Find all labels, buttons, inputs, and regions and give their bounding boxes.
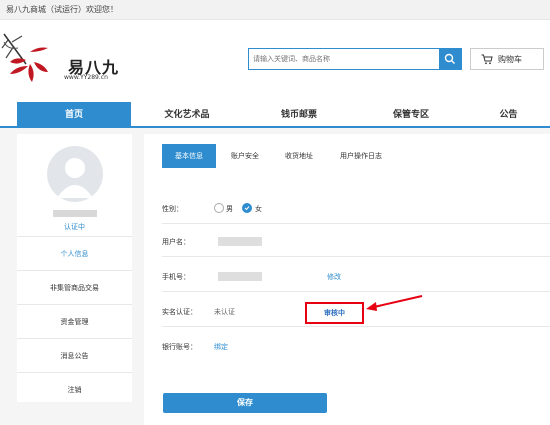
search-input[interactable] (253, 52, 433, 66)
sidebar-item-messages[interactable]: 消息公告 (17, 338, 132, 372)
sidebar-item-personal-info[interactable]: 个人信息 (17, 236, 132, 270)
phone-row: 手机号： 修改 (162, 262, 550, 292)
review-status: 审核中 (324, 309, 345, 317)
gender-label: 性别： (162, 205, 183, 213)
gender-male-radio[interactable] (214, 203, 224, 213)
phone-edit-link[interactable]: 修改 (327, 272, 341, 282)
tab-basic-info[interactable]: 基本信息 (162, 144, 216, 168)
nav-item-announcements[interactable]: 公告 (467, 102, 550, 128)
cart-label: 购物车 (498, 54, 522, 64)
username-value-redacted (218, 237, 262, 246)
main-nav: 首页 文化艺术品 钱币邮票 保管专区 公告 (0, 102, 550, 128)
cart-icon (481, 54, 493, 64)
annotation-arrow-icon (366, 295, 423, 311)
nav-item-home[interactable]: 首页 (17, 102, 131, 128)
user-avatar-icon (57, 158, 93, 198)
bank-bind-link[interactable]: 绑定 (214, 342, 228, 352)
search-box (248, 48, 462, 70)
bamboo-logo-icon (1, 33, 48, 82)
site-logo[interactable]: 易八九 www.YY289.cn (0, 20, 140, 102)
tab-account-security[interactable]: 账户安全 (220, 144, 270, 168)
realname-status: 未认证 (214, 308, 235, 316)
logo-url: www.YY289.cn (64, 74, 108, 81)
phone-value-redacted (218, 272, 262, 281)
header: 易八九 www.YY289.cn 购物车 (0, 20, 550, 102)
bank-label: 银行账号： (162, 343, 197, 351)
tab-operation-log[interactable]: 用户操作日志 (328, 144, 394, 168)
nav-item-art[interactable]: 文化艺术品 (131, 102, 243, 128)
nav-item-coins-stamps[interactable]: 钱币邮票 (243, 102, 355, 128)
cart-button[interactable]: 购物车 (470, 48, 544, 70)
bank-row: 银行账号： 绑定 (162, 332, 550, 362)
gender-male-label: 男 (226, 205, 233, 213)
sidebar-item-logout[interactable]: 注销 (17, 372, 132, 406)
review-status-highlight: 审核中 (305, 302, 364, 324)
sidebar-item-trading[interactable]: 非集管商品交易 (17, 270, 132, 304)
realname-label: 实名认证： (162, 308, 197, 316)
search-icon (444, 53, 455, 64)
profile-panel: 基本信息 账户安全 收货地址 用户操作日志 性别： 男 女 用户名： 手机号： … (144, 134, 550, 425)
user-sidebar: 认证中 个人信息 非集管商品交易 资金管理 消息公告 注销 (17, 134, 132, 402)
gender-female-label: 女 (255, 205, 262, 213)
save-button[interactable]: 保存 (163, 393, 327, 413)
avatar (47, 146, 103, 202)
cert-status: 认证中 (64, 223, 85, 231)
username-row: 用户名： (162, 227, 550, 257)
phone-label: 手机号： (162, 273, 190, 281)
sidebar-item-funds[interactable]: 资金管理 (17, 304, 132, 338)
search-button[interactable] (439, 49, 461, 69)
top-bar: 易八九商城（试运行）欢迎您！ (0, 0, 550, 20)
sidebar-menu: 个人信息 非集管商品交易 资金管理 消息公告 注销 (17, 236, 132, 406)
check-icon (244, 206, 250, 211)
username-label: 用户名： (162, 238, 190, 246)
tab-shipping-address[interactable]: 收货地址 (274, 144, 324, 168)
gender-row: 性别： 男 女 (162, 194, 550, 224)
nav-item-custody[interactable]: 保管专区 (355, 102, 467, 128)
gender-female-radio[interactable] (242, 203, 252, 213)
welcome-text: 易八九商城（试运行）欢迎您！ (6, 5, 118, 14)
username-redacted (53, 210, 97, 217)
